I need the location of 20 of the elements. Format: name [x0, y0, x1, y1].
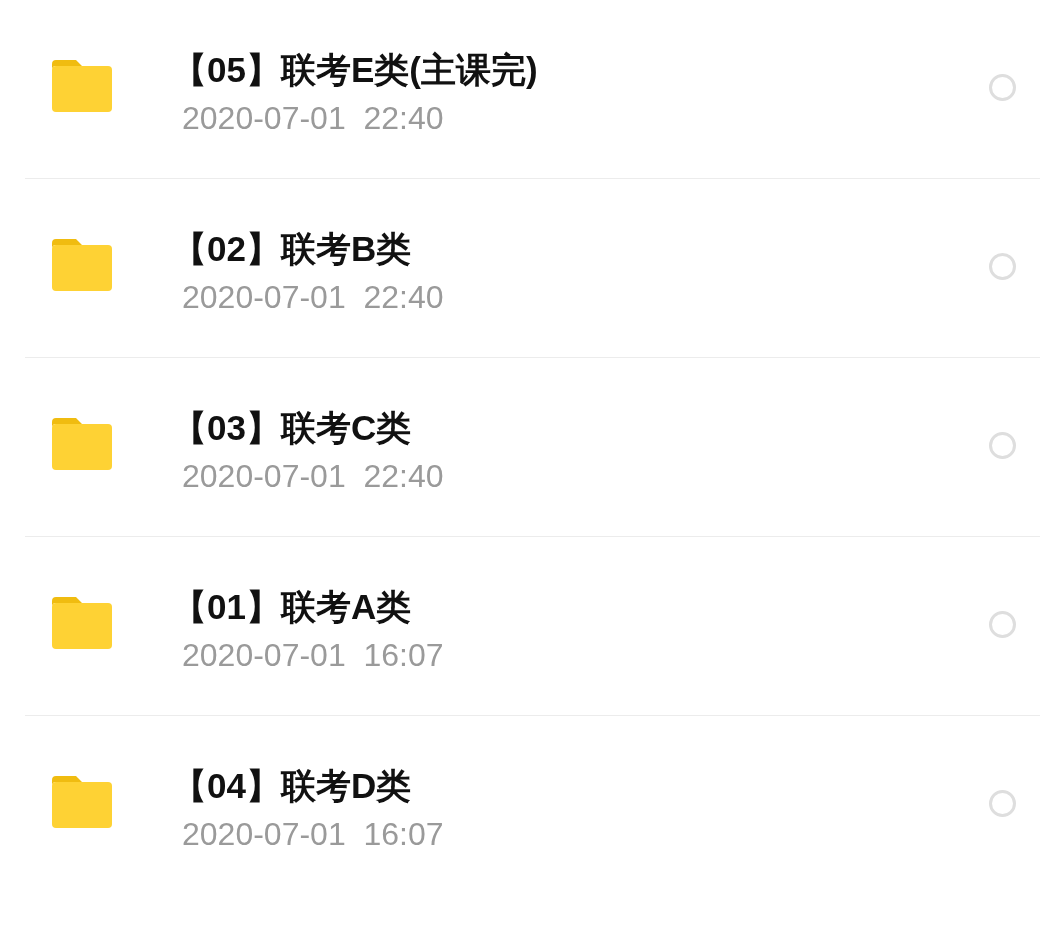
- modified-date: 2020-07-01 22:40: [182, 278, 444, 317]
- folder-name: 【05】联考E类(主课完): [172, 49, 538, 91]
- folder-icon: [52, 60, 112, 112]
- select-radio[interactable]: [989, 789, 1016, 817]
- folder-icon: [52, 597, 112, 649]
- select-radio[interactable]: [989, 610, 1016, 638]
- modified-date: 2020-07-01 22:40: [182, 457, 444, 496]
- folder-icon: [52, 776, 112, 828]
- folder-icon: [52, 239, 112, 291]
- modified-date: 2020-07-01 16:07: [182, 636, 444, 675]
- modified-date: 2020-07-01 16:07: [182, 815, 444, 854]
- select-radio[interactable]: [989, 431, 1016, 459]
- folder-name: 【04】联考D类: [172, 765, 412, 807]
- folder-name: 【03】联考C类: [172, 407, 412, 449]
- select-radio[interactable]: [989, 252, 1016, 280]
- folder-name: 【01】联考A类: [172, 586, 412, 628]
- folder-name: 【02】联考B类: [172, 228, 412, 270]
- folder-icon: [52, 418, 112, 470]
- modified-date: 2020-07-01 22:40: [182, 99, 444, 138]
- select-radio[interactable]: [989, 73, 1016, 101]
